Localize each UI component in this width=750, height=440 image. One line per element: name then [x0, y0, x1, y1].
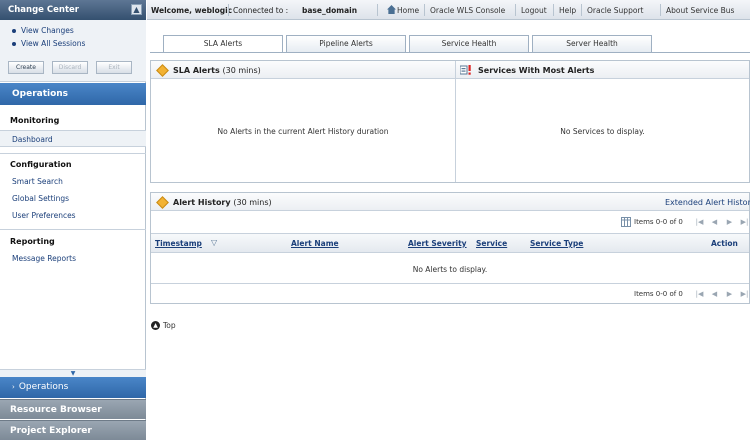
exit-button[interactable]: Exit: [96, 61, 132, 74]
accordion-operations-label[interactable]: Operations: [19, 382, 68, 392]
operations-header[interactable]: Operations: [0, 83, 146, 105]
table-header: Timestamp ▽ Alert Name Alert Severity Se…: [151, 233, 749, 253]
change-center-title: Change Center: [8, 5, 79, 15]
sidebar: Change Center ▲ View Changes View All Se…: [0, 0, 146, 440]
chevron-down-icon[interactable]: ▼: [0, 369, 146, 377]
wls-console-link[interactable]: Oracle WLS Console: [430, 6, 505, 15]
divider: [553, 4, 554, 16]
tab-server-health[interactable]: Server Health: [532, 35, 652, 52]
home-icon[interactable]: [387, 5, 396, 14]
alert-history-title: Alert History: [173, 198, 231, 207]
tab-service-health[interactable]: Service Health: [409, 35, 529, 52]
about-link[interactable]: About Service Bus: [666, 6, 734, 15]
chevron-right-icon: ›: [12, 383, 15, 391]
col-service-type[interactable]: Service Type: [530, 239, 583, 248]
divider: [424, 4, 425, 16]
arrow-up-icon: ▲: [151, 321, 160, 330]
col-timestamp[interactable]: Timestamp: [155, 239, 202, 248]
divider: [455, 61, 456, 182]
sla-alerts-title: SLA Alerts: [173, 66, 220, 75]
sidebar-item-dashboard[interactable]: Dashboard: [0, 130, 146, 147]
services-alert-icon: [460, 65, 471, 75]
sla-empty-message: No Alerts in the current Alert History d…: [217, 127, 389, 136]
prev-page-icon[interactable]: ◀: [710, 217, 719, 227]
home-link[interactable]: Home: [397, 6, 419, 15]
discard-button[interactable]: Discard: [52, 61, 88, 74]
sidebar-item-user-preferences[interactable]: User Preferences: [12, 211, 76, 220]
sidebar-item-smart-search[interactable]: Smart Search: [12, 177, 63, 186]
services-most-alerts-title: Services With Most Alerts: [478, 66, 595, 75]
divider: [515, 4, 516, 16]
accordion-operations[interactable]: › Operations: [0, 377, 146, 398]
help-link[interactable]: Help: [559, 6, 576, 15]
alert-diamond-icon: [156, 196, 169, 209]
alert-history-header: Alert History (30 mins) Extended Alert H…: [151, 193, 750, 211]
col-action: Action: [711, 239, 738, 248]
welcome-text: Welcome, weblogic: [151, 6, 233, 15]
col-service[interactable]: Service: [476, 239, 507, 248]
divider: [0, 229, 146, 230]
next-page-icon[interactable]: ▶: [725, 217, 734, 227]
pager-text: Items 0-0 of 0: [634, 218, 683, 226]
tab-baseline: [150, 52, 750, 53]
top-link-label[interactable]: Top: [163, 321, 176, 330]
sla-alerts-period: (30 mins): [222, 66, 261, 75]
view-all-sessions-link[interactable]: View All Sessions: [12, 39, 85, 48]
col-alert-severity[interactable]: Alert Severity: [408, 239, 467, 248]
collapse-icon[interactable]: ▲: [131, 4, 142, 15]
reporting-section-title: Reporting: [10, 237, 55, 246]
col-alert-name[interactable]: Alert Name: [291, 239, 339, 248]
sort-desc-icon[interactable]: ▽: [211, 238, 217, 247]
bullet-icon: [12, 29, 16, 33]
configuration-section-title: Configuration: [10, 160, 72, 169]
divider: [0, 153, 146, 154]
divider: [660, 4, 661, 16]
view-changes-link[interactable]: View Changes: [12, 26, 74, 35]
divider: [377, 4, 378, 16]
summary-panels: SLA Alerts (30 mins) Services With Most …: [150, 60, 750, 183]
top-bar: Welcome, weblogic Connected to : base_do…: [147, 0, 750, 20]
history-empty-message: No Alerts to display.: [412, 265, 488, 274]
pager-bottom: Items 0-0 of 0 |◀ ◀ ▶ ▶|: [151, 283, 749, 303]
bullet-icon: [12, 42, 16, 46]
pager-top: Items 0-0 of 0 |◀ ◀ ▶ ▶|: [151, 212, 749, 233]
alert-history-period: (30 mins): [233, 198, 272, 207]
logout-link[interactable]: Logout: [521, 6, 547, 15]
tab-pipeline-alerts[interactable]: Pipeline Alerts: [286, 35, 406, 52]
sla-alerts-header: SLA Alerts (30 mins): [151, 61, 455, 79]
sidebar-item-global-settings[interactable]: Global Settings: [12, 194, 69, 203]
sidebar-item-label[interactable]: Dashboard: [12, 135, 53, 144]
monitoring-section-title: Monitoring: [10, 116, 60, 125]
divider: [228, 4, 229, 16]
tab-sla-alerts[interactable]: SLA Alerts: [163, 35, 283, 53]
sidebar-item-message-reports[interactable]: Message Reports: [12, 254, 76, 263]
oracle-support-link[interactable]: Oracle Support: [587, 6, 643, 15]
extended-alert-history-link[interactable]: Extended Alert History: [665, 198, 750, 207]
divider: [581, 4, 582, 16]
services-most-alerts-header: Services With Most Alerts: [456, 61, 749, 79]
pager-text: Items 0-0 of 0: [634, 290, 683, 298]
change-center-header: Change Center ▲: [0, 0, 146, 20]
domain-name: base_domain: [302, 6, 358, 15]
create-button[interactable]: Create: [8, 61, 44, 74]
services-empty-message: No Services to display.: [560, 127, 645, 136]
first-page-icon[interactable]: |◀: [695, 217, 704, 227]
columns-icon[interactable]: [621, 217, 631, 227]
view-changes-label[interactable]: View Changes: [21, 26, 74, 35]
connected-label: Connected to :: [233, 6, 289, 15]
first-page-icon[interactable]: |◀: [695, 289, 704, 299]
alert-diamond-icon: [156, 64, 169, 77]
last-page-icon[interactable]: ▶|: [740, 289, 749, 299]
accordion-project-explorer[interactable]: Project Explorer: [0, 420, 146, 440]
alert-history-panel: Alert History (30 mins) Extended Alert H…: [150, 192, 750, 304]
last-page-icon[interactable]: ▶|: [740, 217, 749, 227]
accordion-resource-browser[interactable]: Resource Browser: [0, 399, 146, 419]
next-page-icon[interactable]: ▶: [725, 289, 734, 299]
view-all-sessions-label[interactable]: View All Sessions: [21, 39, 85, 48]
prev-page-icon[interactable]: ◀: [710, 289, 719, 299]
